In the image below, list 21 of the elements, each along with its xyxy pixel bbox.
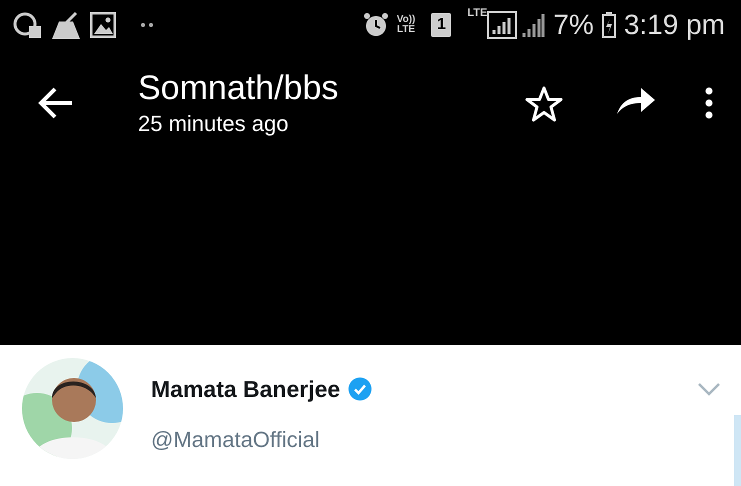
battery-percentage: 7% bbox=[553, 8, 594, 42]
back-button[interactable] bbox=[38, 86, 74, 120]
battery-icon bbox=[602, 12, 616, 38]
clock-time: 3:19 pm bbox=[624, 8, 725, 42]
more-notifications-icon bbox=[140, 22, 154, 28]
star-button[interactable] bbox=[525, 86, 563, 122]
toolbar-subtitle: 25 minutes ago bbox=[138, 110, 290, 138]
image-icon bbox=[90, 12, 116, 38]
network-type: LTE bbox=[467, 8, 488, 19]
user-handle: @MamataOfficial bbox=[151, 426, 321, 454]
scroll-bar bbox=[734, 415, 741, 486]
signal-icon bbox=[521, 12, 546, 38]
user-name: Mamata Banerjee bbox=[151, 375, 340, 404]
toolbar-title: Somnath/bbs bbox=[138, 70, 338, 108]
sim-slot-indicator: 1 bbox=[431, 13, 452, 37]
volte-label: LTE bbox=[396, 25, 416, 35]
share-button[interactable] bbox=[615, 86, 657, 116]
volte-label: Vo)) bbox=[396, 15, 416, 25]
more-options-icon bbox=[704, 86, 714, 120]
signal-icon bbox=[487, 11, 518, 39]
alarm-icon bbox=[362, 11, 389, 39]
